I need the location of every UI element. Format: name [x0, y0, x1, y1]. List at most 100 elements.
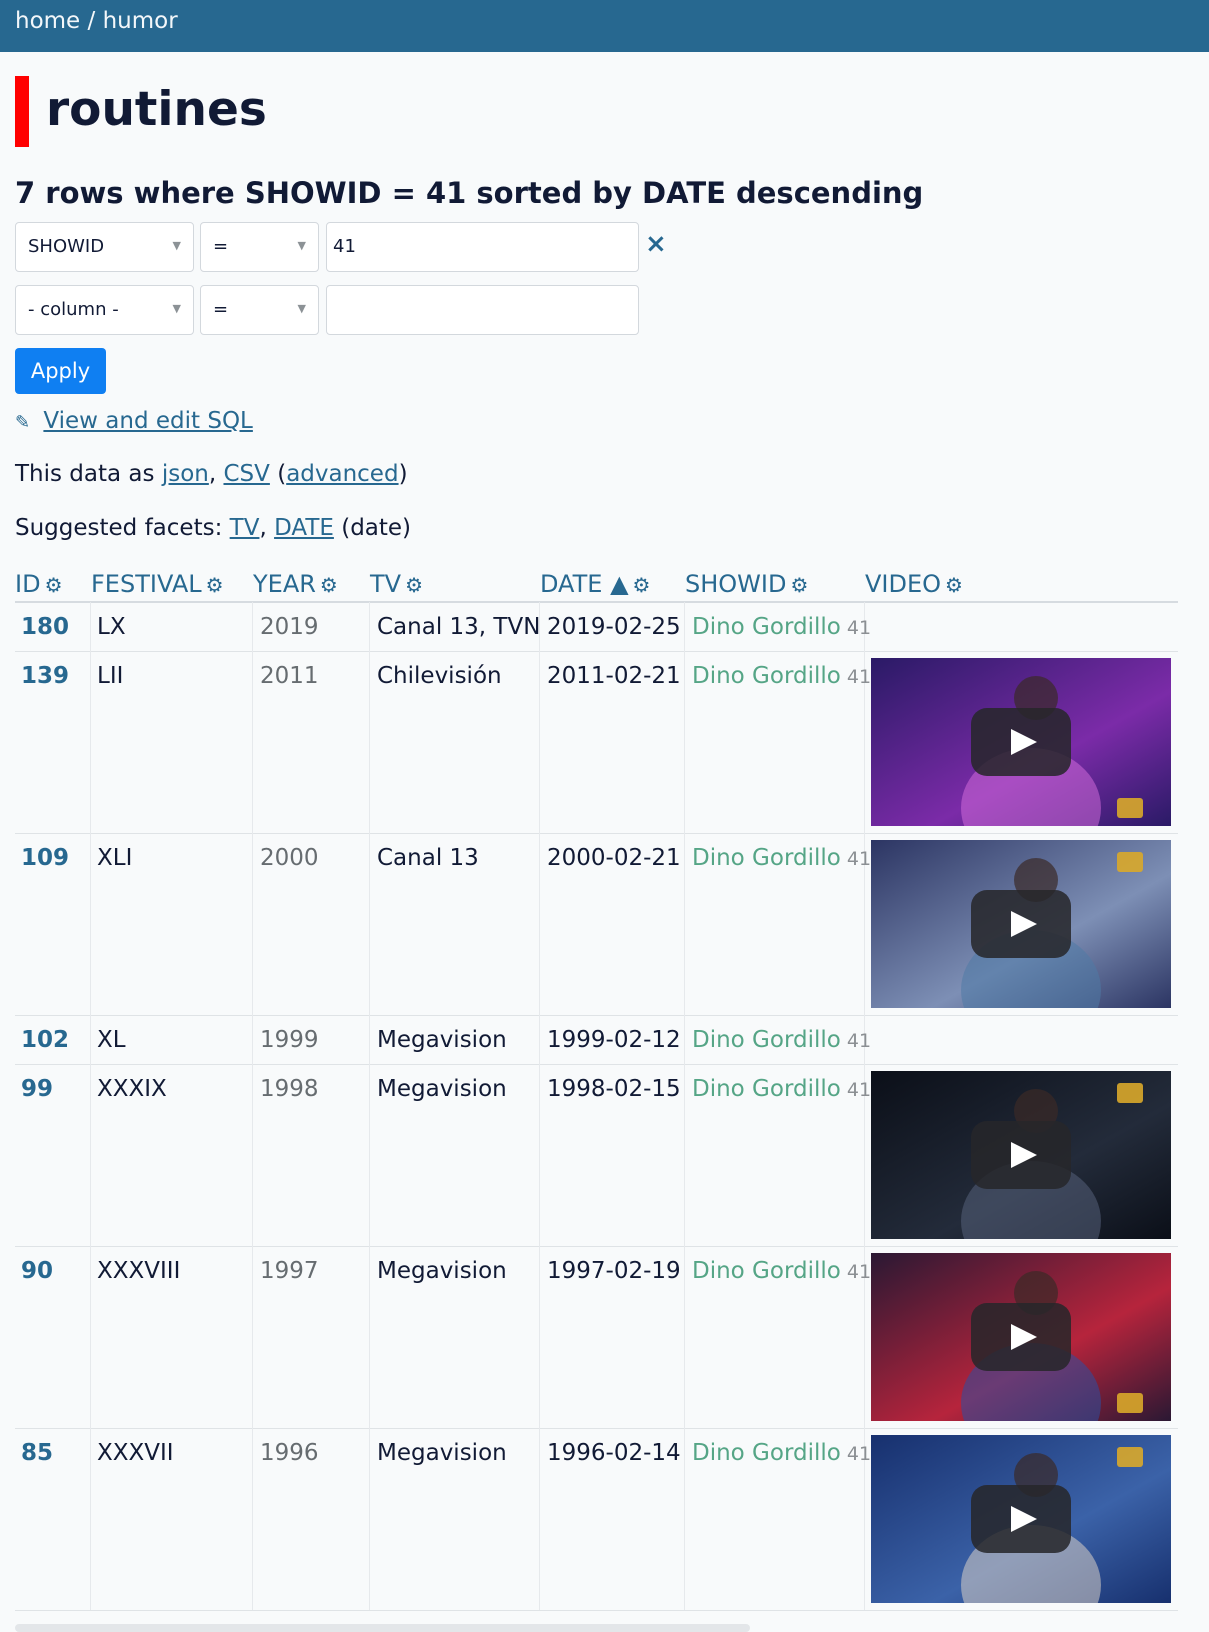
show-link[interactable]: Dino Gordillo 41: [692, 614, 871, 640]
showid-value: 41: [846, 1030, 872, 1052]
facets-comma: ,: [259, 515, 267, 541]
row-id-link[interactable]: 102: [21, 1027, 69, 1053]
show-link[interactable]: Dino Gordillo 41: [692, 1076, 871, 1102]
export-prefix: This data as: [15, 461, 155, 487]
gear-icon[interactable]: ⚙: [206, 573, 224, 597]
column-header-year-label: YEAR: [253, 570, 316, 598]
column-divider: [90, 1015, 91, 1064]
apply-button[interactable]: Apply: [15, 348, 106, 394]
filter-op-select-1[interactable]: = ▼: [200, 222, 319, 272]
date-cell: 1998-02-15: [547, 1076, 681, 1102]
filter-value-input-1[interactable]: 41: [326, 222, 639, 272]
column-divider: [252, 1064, 253, 1246]
row-id-link[interactable]: 90: [21, 1258, 53, 1284]
year-cell: 2011: [260, 663, 319, 689]
filter-op-select-2[interactable]: = ▼: [200, 285, 319, 335]
facet-tv-link[interactable]: TV: [230, 515, 260, 541]
row-id-link[interactable]: 180: [21, 614, 69, 640]
play-icon[interactable]: [971, 1303, 1071, 1371]
horizontal-scrollbar[interactable]: [15, 1624, 750, 1632]
showid-value: 41: [846, 617, 872, 639]
showid-value: 41: [846, 848, 872, 870]
show-link[interactable]: Dino Gordillo 41: [692, 1258, 871, 1284]
year-cell: 1998: [260, 1076, 319, 1102]
top-nav-bar: home / humor: [0, 0, 1209, 52]
festival-cell: LII: [97, 663, 124, 689]
gear-icon[interactable]: ⚙: [320, 573, 338, 597]
show-link[interactable]: Dino Gordillo 41: [692, 663, 871, 689]
gear-icon[interactable]: ⚙: [790, 573, 808, 597]
tv-cell: Megavision: [377, 1440, 507, 1466]
festival-cell: XXXIX: [97, 1076, 167, 1102]
gear-icon[interactable]: ⚙: [405, 573, 423, 597]
breadcrumb-database-link[interactable]: humor: [103, 8, 178, 34]
chevron-down-icon: ▼: [172, 302, 181, 315]
column-divider: [252, 1015, 253, 1064]
page-title: routines: [46, 82, 267, 137]
column-divider: [684, 1428, 685, 1610]
column-divider: [252, 833, 253, 1015]
show-link[interactable]: Dino Gordillo 41: [692, 1027, 871, 1053]
show-link[interactable]: Dino Gordillo 41: [692, 845, 871, 871]
breadcrumb-home-link[interactable]: home: [15, 8, 80, 34]
play-icon[interactable]: [971, 1121, 1071, 1189]
column-divider: [90, 1428, 91, 1610]
gear-icon[interactable]: ⚙: [633, 573, 651, 597]
play-icon[interactable]: [971, 1485, 1071, 1553]
date-cell: 2019-02-25: [547, 614, 681, 640]
column-header-tv[interactable]: TV ⚙: [370, 570, 423, 598]
facets-prefix: Suggested facets:: [15, 515, 223, 541]
filter-column-select-2[interactable]: - column - ▼: [15, 285, 194, 335]
export-json-link[interactable]: json: [162, 461, 209, 487]
row-id-link[interactable]: 99: [21, 1076, 53, 1102]
view-edit-sql-link[interactable]: View and edit SQL: [43, 408, 252, 434]
filter-column-value-2: - column -: [28, 299, 119, 320]
tv-cell: Canal 13: [377, 845, 479, 871]
export-links: This data as json, CSV (advanced): [15, 461, 408, 487]
video-thumbnail[interactable]: [871, 1435, 1171, 1603]
export-advanced-link[interactable]: advanced: [286, 461, 398, 487]
filter-column-select-1[interactable]: SHOWID ▼: [15, 222, 194, 272]
filter-column-value-1: SHOWID: [28, 236, 105, 257]
column-header-id-label: ID: [15, 570, 41, 598]
export-paren-open: (: [277, 461, 287, 487]
video-thumbnail[interactable]: [871, 1071, 1171, 1239]
facet-date-link[interactable]: DATE: [274, 515, 334, 541]
year-cell: 1996: [260, 1440, 319, 1466]
column-header-year[interactable]: YEAR ⚙: [253, 570, 338, 598]
gear-icon[interactable]: ⚙: [945, 573, 963, 597]
row-id-link[interactable]: 85: [21, 1440, 53, 1466]
tv-cell: Megavision: [377, 1258, 507, 1284]
row-id-link[interactable]: 139: [21, 663, 69, 689]
column-header-festival[interactable]: FESTIVAL ⚙: [91, 570, 224, 598]
column-divider: [369, 1246, 370, 1428]
gear-icon[interactable]: ⚙: [45, 573, 63, 597]
column-header-id[interactable]: ID ⚙: [15, 570, 63, 598]
column-header-video[interactable]: VIDEO ⚙: [865, 570, 963, 598]
export-csv-link[interactable]: CSV: [223, 461, 269, 487]
table-header-divider: [15, 601, 1178, 603]
channel-logo-icon: [1117, 1083, 1143, 1103]
filter-value-input-2[interactable]: [326, 285, 639, 335]
year-cell: 1997: [260, 1258, 319, 1284]
filter-value-text-1: 41: [333, 236, 356, 257]
channel-logo-icon: [1117, 1393, 1143, 1413]
play-icon[interactable]: [971, 708, 1071, 776]
column-divider: [539, 1064, 540, 1246]
row-divider: [15, 1610, 1178, 1611]
column-divider: [90, 602, 91, 651]
show-link[interactable]: Dino Gordillo 41: [692, 1440, 871, 1466]
column-header-date[interactable]: DATE ▲ ⚙: [540, 570, 650, 598]
row-id-link[interactable]: 109: [21, 845, 69, 871]
showid-value: 41: [846, 1261, 872, 1283]
row-divider: [15, 1428, 1178, 1429]
column-header-showid[interactable]: SHOWID ⚙: [685, 570, 808, 598]
play-icon[interactable]: [971, 890, 1071, 958]
clear-filter-icon[interactable]: ×: [645, 231, 667, 257]
video-thumbnail[interactable]: [871, 658, 1171, 826]
column-divider: [684, 1246, 685, 1428]
row-divider: [15, 651, 1178, 652]
video-thumbnail[interactable]: [871, 840, 1171, 1008]
video-thumbnail[interactable]: [871, 1253, 1171, 1421]
row-divider: [15, 1015, 1178, 1016]
